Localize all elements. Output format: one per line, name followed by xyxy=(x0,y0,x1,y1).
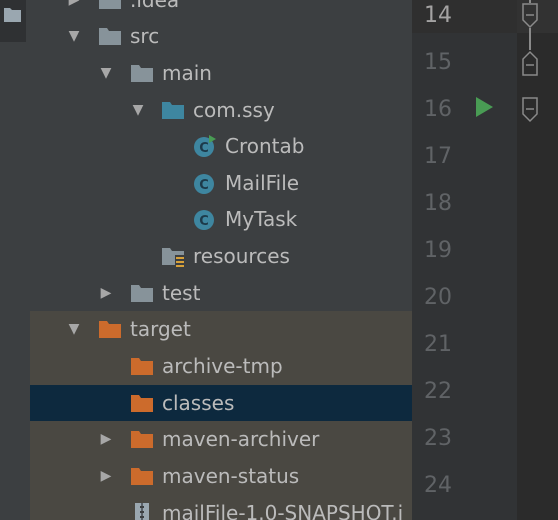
folder-icon xyxy=(99,0,121,9)
tree-row-maven-status[interactable]: ▶ maven-status xyxy=(30,458,412,495)
fold-icon[interactable] xyxy=(520,3,540,29)
tree-item-label: resources xyxy=(193,244,290,268)
collapse-arrow-icon[interactable]: ▼ xyxy=(128,92,148,129)
jar-archive-icon xyxy=(135,503,149,520)
tree-item-label: Crontab xyxy=(225,134,305,158)
fold-guide xyxy=(529,28,531,50)
tree-row-classes[interactable]: classes xyxy=(30,385,412,422)
line-number: 19 xyxy=(424,238,452,263)
expand-arrow-icon[interactable]: ▶ xyxy=(96,275,116,312)
folder-icon xyxy=(131,285,153,302)
tree-item-label: src xyxy=(130,24,160,48)
tree-row-jar[interactable]: mailFile-1.0-SNAPSHOT.j xyxy=(30,495,412,520)
line-number: 22 xyxy=(424,379,452,404)
excluded-folder-icon xyxy=(99,321,121,338)
tree-row-maven-archiver[interactable]: ▶ maven-archiver xyxy=(30,421,412,458)
tree-row-mailfile[interactable]: C MailFile xyxy=(30,165,412,202)
line-number: 20 xyxy=(424,285,452,310)
tree-row-main[interactable]: ▼ main xyxy=(30,55,412,92)
package-folder-icon xyxy=(162,102,184,119)
tree-row-test[interactable]: ▶ test xyxy=(30,275,412,312)
editor-gutter: 14 15 16 17 18 19 20 21 22 23 24 xyxy=(412,0,558,520)
fold-guide xyxy=(529,0,531,3)
line-number: 14 xyxy=(424,3,452,28)
java-class-icon: C xyxy=(194,174,214,194)
tree-row-src[interactable]: ▼ src xyxy=(30,18,412,55)
tree-item-label: com.ssy xyxy=(193,98,275,122)
excluded-folder-icon xyxy=(131,431,153,448)
tree-row-mytask[interactable]: C MyTask xyxy=(30,201,412,238)
line-number: 23 xyxy=(424,426,452,451)
resources-folder-icon xyxy=(162,248,185,267)
tree-item-label: target xyxy=(130,317,191,341)
line-number: 24 xyxy=(424,473,452,498)
fold-icon[interactable] xyxy=(520,97,540,123)
unfold-icon[interactable] xyxy=(520,50,540,76)
tree-row-target[interactable]: ▼ target xyxy=(30,311,412,348)
tree-row-com-ssy[interactable]: ▼ com.ssy xyxy=(30,92,412,129)
tree-row-resources[interactable]: resources xyxy=(30,238,412,275)
expand-arrow-icon[interactable]: ▶ xyxy=(96,458,116,495)
tree-row-idea[interactable]: ▶ .idea xyxy=(30,0,412,19)
tree-row-crontab[interactable]: C Crontab xyxy=(30,128,412,165)
line-number: 21 xyxy=(424,332,452,357)
project-tool-tab[interactable] xyxy=(0,0,26,42)
java-class-runnable-icon: C xyxy=(194,135,216,157)
line-number: 18 xyxy=(424,191,452,216)
code-area[interactable] xyxy=(517,0,558,520)
expand-arrow-icon[interactable]: ▶ xyxy=(96,421,116,458)
tree-item-label: .idea xyxy=(130,0,180,12)
collapse-arrow-icon[interactable]: ▼ xyxy=(64,18,84,55)
svg-text:C: C xyxy=(199,214,209,229)
tree-item-label: maven-archiver xyxy=(162,427,320,451)
tree-item-label: mailFile-1.0-SNAPSHOT.j xyxy=(162,501,404,520)
collapse-arrow-icon[interactable]: ▼ xyxy=(96,55,116,92)
tool-window-strip xyxy=(0,0,31,520)
line-number: 15 xyxy=(424,50,452,75)
tree-item-label: test xyxy=(162,281,201,305)
run-icon[interactable] xyxy=(474,96,494,118)
folder-icon xyxy=(131,65,153,82)
tree-row-archive-tmp[interactable]: archive-tmp xyxy=(30,348,412,385)
excluded-folder-icon xyxy=(131,468,153,485)
tree-item-label: MailFile xyxy=(225,171,300,195)
project-folder-icon xyxy=(4,8,21,22)
excluded-folder-icon xyxy=(131,358,153,375)
tree-item-label: MyTask xyxy=(225,207,298,231)
folder-icon xyxy=(99,28,121,45)
svg-text:C: C xyxy=(199,178,209,193)
tree-item-label: main xyxy=(162,61,212,85)
line-number: 17 xyxy=(424,144,452,169)
expand-arrow-icon[interactable]: ▶ xyxy=(64,0,84,19)
collapse-arrow-icon[interactable]: ▼ xyxy=(64,311,84,348)
tree-item-label: classes xyxy=(162,391,235,415)
svg-text:C: C xyxy=(199,141,209,156)
excluded-folder-icon xyxy=(131,395,153,412)
tree-item-label: archive-tmp xyxy=(162,354,283,378)
project-tree: ▶ .idea ▼ src ▼ main ▼ com.ssy C Crontab… xyxy=(30,0,412,520)
line-number: 16 xyxy=(424,97,452,122)
java-class-icon: C xyxy=(194,210,214,230)
tree-item-label: maven-status xyxy=(162,464,300,488)
